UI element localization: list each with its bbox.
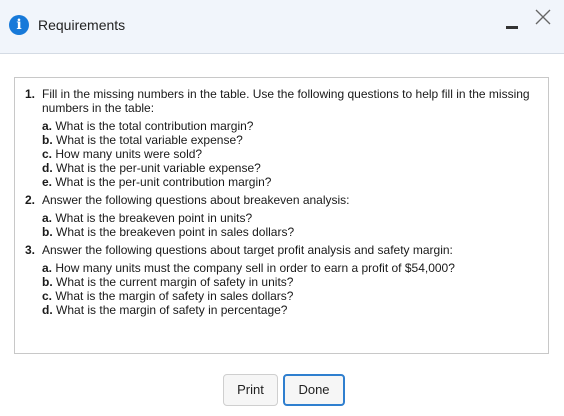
close-button[interactable] xyxy=(532,6,554,28)
requirements-panel: 1. Fill in the missing numbers in the ta… xyxy=(14,77,549,354)
sub-question: d. What is the per-unit variable expense… xyxy=(42,161,261,175)
sub-question: a. How many units must the company sell … xyxy=(42,261,455,275)
sub-question: a. What is the breakeven point in units? xyxy=(42,211,253,225)
close-icon xyxy=(535,9,551,25)
question-number: 1. xyxy=(25,87,36,101)
sub-question: e. What is the per-unit contribution mar… xyxy=(42,175,272,189)
sub-question: b. What is the breakeven point in sales … xyxy=(42,225,295,239)
sub-question: b. What is the current margin of safety … xyxy=(42,275,294,289)
question-number: 2. xyxy=(25,193,36,207)
info-icon: i xyxy=(9,15,29,35)
question-2-subitems: a. What is the breakeven point in units?… xyxy=(42,211,538,239)
minimize-icon xyxy=(506,26,518,29)
sub-question: d. What is the margin of safety in perce… xyxy=(42,303,288,317)
question-text: Answer the following questions about bre… xyxy=(42,193,350,207)
question-text: Answer the following questions about tar… xyxy=(42,243,453,257)
question-3: 3. Answer the following questions about … xyxy=(25,243,538,257)
question-1: 1. Fill in the missing numbers in the ta… xyxy=(25,87,538,115)
sub-question: a. What is the total contribution margin… xyxy=(42,119,254,133)
dialog-title-bar: i Requirements xyxy=(0,0,564,54)
minimize-button[interactable] xyxy=(504,12,520,32)
question-2: 2. Answer the following questions about … xyxy=(25,193,538,207)
done-button[interactable]: Done xyxy=(283,374,345,406)
dialog-title: Requirements xyxy=(38,17,126,33)
print-button[interactable]: Print xyxy=(223,374,278,406)
question-number: 3. xyxy=(25,243,36,257)
sub-question: b. What is the total variable expense? xyxy=(42,133,243,147)
sub-question: c. How many units were sold? xyxy=(42,147,203,161)
question-text: Fill in the missing numbers in the table… xyxy=(42,87,530,115)
sub-question: c. What is the margin of safety in sales… xyxy=(42,289,294,303)
question-3-subitems: a. How many units must the company sell … xyxy=(42,261,538,317)
question-1-subitems: a. What is the total contribution margin… xyxy=(42,119,538,189)
